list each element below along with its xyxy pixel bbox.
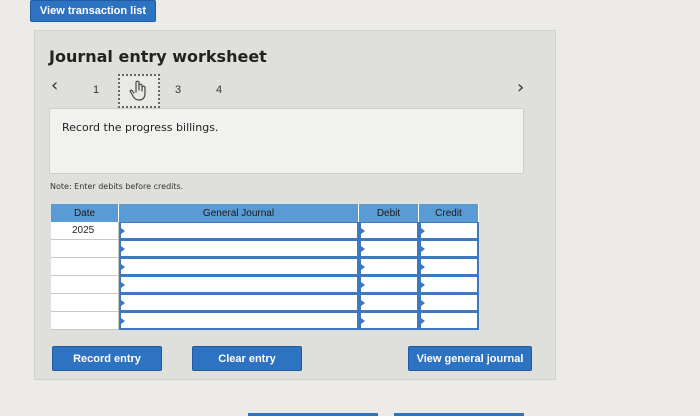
view-general-journal-button[interactable]: View general journal (408, 346, 532, 371)
date-cell (51, 276, 119, 294)
credit-input[interactable] (419, 222, 479, 240)
header-credit: Credit (419, 204, 479, 222)
note-text: Note: Enter debits before credits. (50, 182, 184, 191)
credit-input[interactable] (419, 312, 479, 330)
journal-table: Date General Journal Debit Credit 2025 (51, 204, 479, 334)
header-general-journal: General Journal (119, 204, 359, 222)
clear-entry-button[interactable]: Clear entry (192, 346, 302, 371)
debit-input[interactable] (359, 222, 419, 240)
instruction-text: Record the progress billings. (62, 121, 219, 134)
debit-input[interactable] (359, 258, 419, 276)
date-cell (51, 240, 119, 258)
account-input[interactable] (119, 312, 359, 330)
instruction-box: Record the progress billings. (49, 108, 524, 174)
debit-input[interactable] (359, 312, 419, 330)
header-date: Date (51, 204, 119, 222)
step-4-tab[interactable]: 4 (216, 84, 222, 96)
view-transaction-list-button[interactable]: View transaction list (30, 0, 156, 22)
debit-input[interactable] (359, 240, 419, 258)
step-2-tab[interactable] (118, 74, 160, 108)
worksheet-title: Journal entry worksheet (49, 47, 267, 66)
credit-input[interactable] (419, 258, 479, 276)
credit-input[interactable] (419, 294, 479, 312)
account-input[interactable] (119, 258, 359, 276)
chevron-left-icon[interactable]: ‹ (51, 75, 58, 96)
account-input[interactable] (119, 240, 359, 258)
step-3-tab[interactable]: 3 (175, 84, 181, 96)
table-row (51, 294, 479, 312)
debit-input[interactable] (359, 276, 419, 294)
credit-input[interactable] (419, 240, 479, 258)
table-row (51, 276, 479, 294)
account-input[interactable] (119, 276, 359, 294)
hand-cursor-icon (129, 80, 146, 101)
chevron-right-icon[interactable]: › (517, 77, 524, 98)
credit-input[interactable] (419, 276, 479, 294)
account-input[interactable] (119, 222, 359, 240)
journal-entry-worksheet: Journal entry worksheet ‹ 1 3 4 › Record… (34, 30, 556, 380)
table-row (51, 258, 479, 276)
account-input[interactable] (119, 294, 359, 312)
debit-input[interactable] (359, 294, 419, 312)
date-cell: 2025 (51, 222, 119, 240)
step-1-tab[interactable]: 1 (93, 84, 99, 96)
record-entry-button[interactable]: Record entry (52, 346, 162, 371)
header-debit: Debit (359, 204, 419, 222)
table-row: 2025 (51, 222, 479, 240)
date-cell (51, 258, 119, 276)
table-row (51, 240, 479, 258)
date-cell (51, 312, 119, 330)
table-row (51, 312, 479, 330)
date-cell (51, 294, 119, 312)
